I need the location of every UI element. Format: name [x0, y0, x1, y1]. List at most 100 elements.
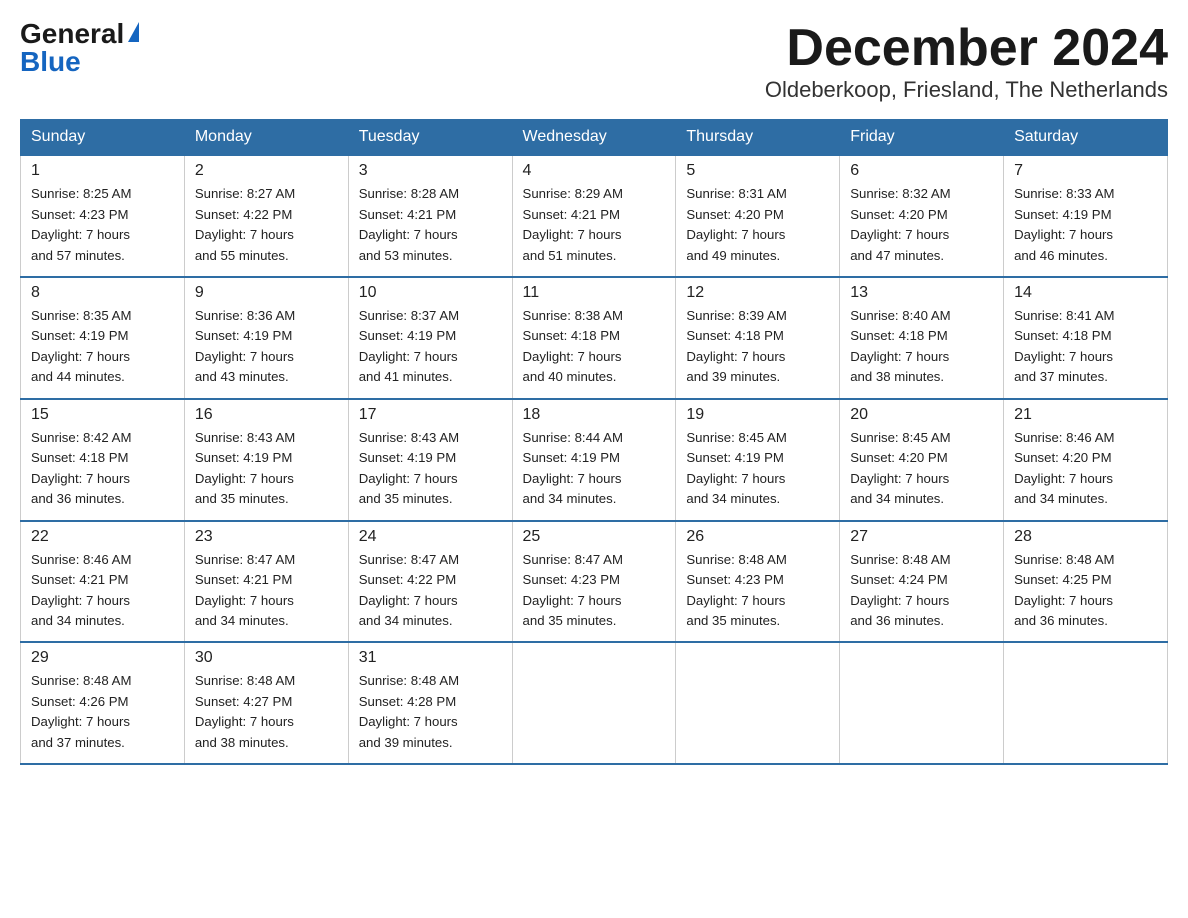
calendar-week-row: 22 Sunrise: 8:46 AM Sunset: 4:21 PM Dayli…: [21, 521, 1168, 643]
table-row: 20Sunrise: 8:45 AM Sunset: 4:20 PM Dayli…: [840, 399, 1004, 521]
day-info: Sunrise: 8:45 AM Sunset: 4:19 PM Dayligh…: [686, 428, 829, 510]
table-row: 1 Sunrise: 8:25 AM Sunset: 4:23 PM Daylig…: [21, 155, 185, 277]
day-info: Sunrise: 8:48 AM Sunset: 4:26 PM Dayligh…: [31, 671, 174, 753]
day-info: Sunrise: 8:46 AM Sunset: 4:20 PM Dayligh…: [1014, 428, 1157, 510]
table-row: 7 Sunrise: 8:33 AM Sunset: 4:19 PM Daylig…: [1004, 155, 1168, 277]
day-number: 18: [523, 406, 666, 424]
day-info: Sunrise: 8:44 AM Sunset: 4:19 PM Dayligh…: [523, 428, 666, 510]
day-info: Sunrise: 8:39 AM Sunset: 4:18 PM Dayligh…: [686, 306, 829, 388]
day-number: 4: [523, 162, 666, 180]
table-row: 28Sunrise: 8:48 AM Sunset: 4:25 PM Dayli…: [1004, 521, 1168, 643]
col-thursday: Thursday: [676, 120, 840, 156]
day-info: Sunrise: 8:47 AM Sunset: 4:22 PM Dayligh…: [359, 550, 502, 632]
table-row: [1004, 642, 1168, 764]
table-row: 13 Sunrise: 8:40 AM Sunset: 4:18 PM Dayli…: [840, 277, 1004, 399]
table-row: 24 Sunrise: 8:47 AM Sunset: 4:22 PM Dayli…: [348, 521, 512, 643]
table-row: 14 Sunrise: 8:41 AM Sunset: 4:18 PM Dayli…: [1004, 277, 1168, 399]
table-row: 16 Sunrise: 8:43 AM Sunset: 4:19 PM Dayli…: [184, 399, 348, 521]
table-row: 5Sunrise: 8:31 AM Sunset: 4:20 PM Daylig…: [676, 155, 840, 277]
day-info: Sunrise: 8:38 AM Sunset: 4:18 PM Dayligh…: [523, 306, 666, 388]
day-info: Sunrise: 8:40 AM Sunset: 4:18 PM Dayligh…: [850, 306, 993, 388]
table-row: 8 Sunrise: 8:35 AM Sunset: 4:19 PM Daylig…: [21, 277, 185, 399]
day-number: 12: [686, 284, 829, 302]
day-number: 8: [31, 284, 174, 302]
logo-triangle-icon: [128, 22, 139, 42]
table-row: 29 Sunrise: 8:48 AM Sunset: 4:26 PM Dayli…: [21, 642, 185, 764]
day-info: Sunrise: 8:37 AM Sunset: 4:19 PM Dayligh…: [359, 306, 502, 388]
header: General Blue December 2024 Oldeberkoop, …: [20, 20, 1168, 103]
table-row: 4 Sunrise: 8:29 AM Sunset: 4:21 PM Daylig…: [512, 155, 676, 277]
table-row: 12 Sunrise: 8:39 AM Sunset: 4:18 PM Dayli…: [676, 277, 840, 399]
table-row: 25 Sunrise: 8:47 AM Sunset: 4:23 PM Dayli…: [512, 521, 676, 643]
table-row: 22 Sunrise: 8:46 AM Sunset: 4:21 PM Dayli…: [21, 521, 185, 643]
col-sunday: Sunday: [21, 120, 185, 156]
day-number: 3: [359, 162, 502, 180]
day-info: Sunrise: 8:46 AM Sunset: 4:21 PM Dayligh…: [31, 550, 174, 632]
table-row: [512, 642, 676, 764]
table-row: 23 Sunrise: 8:47 AM Sunset: 4:21 PM Dayli…: [184, 521, 348, 643]
table-row: 31 Sunrise: 8:48 AM Sunset: 4:28 PM Dayli…: [348, 642, 512, 764]
table-row: 6Sunrise: 8:32 AM Sunset: 4:20 PM Daylig…: [840, 155, 1004, 277]
col-friday: Friday: [840, 120, 1004, 156]
day-number: 15: [31, 406, 174, 424]
day-number: 28: [1014, 528, 1157, 546]
day-number: 23: [195, 528, 338, 546]
day-info: Sunrise: 8:29 AM Sunset: 4:21 PM Dayligh…: [523, 184, 666, 266]
day-number: 5: [686, 162, 829, 180]
day-info: Sunrise: 8:28 AM Sunset: 4:21 PM Dayligh…: [359, 184, 502, 266]
day-number: 13: [850, 284, 993, 302]
day-number: 10: [359, 284, 502, 302]
day-number: 20: [850, 406, 993, 424]
calendar-week-row: 15 Sunrise: 8:42 AM Sunset: 4:18 PM Dayli…: [21, 399, 1168, 521]
day-number: 24: [359, 528, 502, 546]
day-info: Sunrise: 8:47 AM Sunset: 4:21 PM Dayligh…: [195, 550, 338, 632]
calendar-week-row: 1 Sunrise: 8:25 AM Sunset: 4:23 PM Daylig…: [21, 155, 1168, 277]
day-info: Sunrise: 8:27 AM Sunset: 4:22 PM Dayligh…: [195, 184, 338, 266]
day-info: Sunrise: 8:36 AM Sunset: 4:19 PM Dayligh…: [195, 306, 338, 388]
day-number: 14: [1014, 284, 1157, 302]
day-number: 27: [850, 528, 993, 546]
day-number: 9: [195, 284, 338, 302]
calendar-week-row: 8 Sunrise: 8:35 AM Sunset: 4:19 PM Daylig…: [21, 277, 1168, 399]
day-info: Sunrise: 8:25 AM Sunset: 4:23 PM Dayligh…: [31, 184, 174, 266]
day-number: 11: [523, 284, 666, 302]
table-row: 21Sunrise: 8:46 AM Sunset: 4:20 PM Dayli…: [1004, 399, 1168, 521]
table-row: 27 Sunrise: 8:48 AM Sunset: 4:24 PM Dayli…: [840, 521, 1004, 643]
day-info: Sunrise: 8:48 AM Sunset: 4:28 PM Dayligh…: [359, 671, 502, 753]
day-number: 16: [195, 406, 338, 424]
calendar-header-row: Sunday Monday Tuesday Wednesday Thursday…: [21, 120, 1168, 156]
day-info: Sunrise: 8:35 AM Sunset: 4:19 PM Dayligh…: [31, 306, 174, 388]
calendar-table: Sunday Monday Tuesday Wednesday Thursday…: [20, 119, 1168, 765]
day-number: 25: [523, 528, 666, 546]
table-row: [676, 642, 840, 764]
table-row: 17Sunrise: 8:43 AM Sunset: 4:19 PM Dayli…: [348, 399, 512, 521]
day-info: Sunrise: 8:47 AM Sunset: 4:23 PM Dayligh…: [523, 550, 666, 632]
col-wednesday: Wednesday: [512, 120, 676, 156]
day-number: 31: [359, 649, 502, 667]
title-area: December 2024 Oldeberkoop, Friesland, Th…: [765, 20, 1168, 103]
table-row: 11 Sunrise: 8:38 AM Sunset: 4:18 PM Dayli…: [512, 277, 676, 399]
day-info: Sunrise: 8:33 AM Sunset: 4:19 PM Dayligh…: [1014, 184, 1157, 266]
month-title: December 2024: [765, 20, 1168, 77]
col-tuesday: Tuesday: [348, 120, 512, 156]
day-number: 1: [31, 162, 174, 180]
day-info: Sunrise: 8:43 AM Sunset: 4:19 PM Dayligh…: [359, 428, 502, 510]
table-row: 26Sunrise: 8:48 AM Sunset: 4:23 PM Dayli…: [676, 521, 840, 643]
day-info: Sunrise: 8:48 AM Sunset: 4:24 PM Dayligh…: [850, 550, 993, 632]
col-monday: Monday: [184, 120, 348, 156]
day-number: 29: [31, 649, 174, 667]
day-number: 30: [195, 649, 338, 667]
location-title: Oldeberkoop, Friesland, The Netherlands: [765, 77, 1168, 103]
day-number: 19: [686, 406, 829, 424]
logo: General Blue: [20, 20, 139, 76]
day-number: 26: [686, 528, 829, 546]
day-info: Sunrise: 8:43 AM Sunset: 4:19 PM Dayligh…: [195, 428, 338, 510]
calendar-week-row: 29 Sunrise: 8:48 AM Sunset: 4:26 PM Dayli…: [21, 642, 1168, 764]
logo-general-text: General: [20, 20, 124, 48]
table-row: 15 Sunrise: 8:42 AM Sunset: 4:18 PM Dayli…: [21, 399, 185, 521]
day-number: 7: [1014, 162, 1157, 180]
day-number: 6: [850, 162, 993, 180]
day-info: Sunrise: 8:41 AM Sunset: 4:18 PM Dayligh…: [1014, 306, 1157, 388]
day-number: 22: [31, 528, 174, 546]
day-info: Sunrise: 8:42 AM Sunset: 4:18 PM Dayligh…: [31, 428, 174, 510]
